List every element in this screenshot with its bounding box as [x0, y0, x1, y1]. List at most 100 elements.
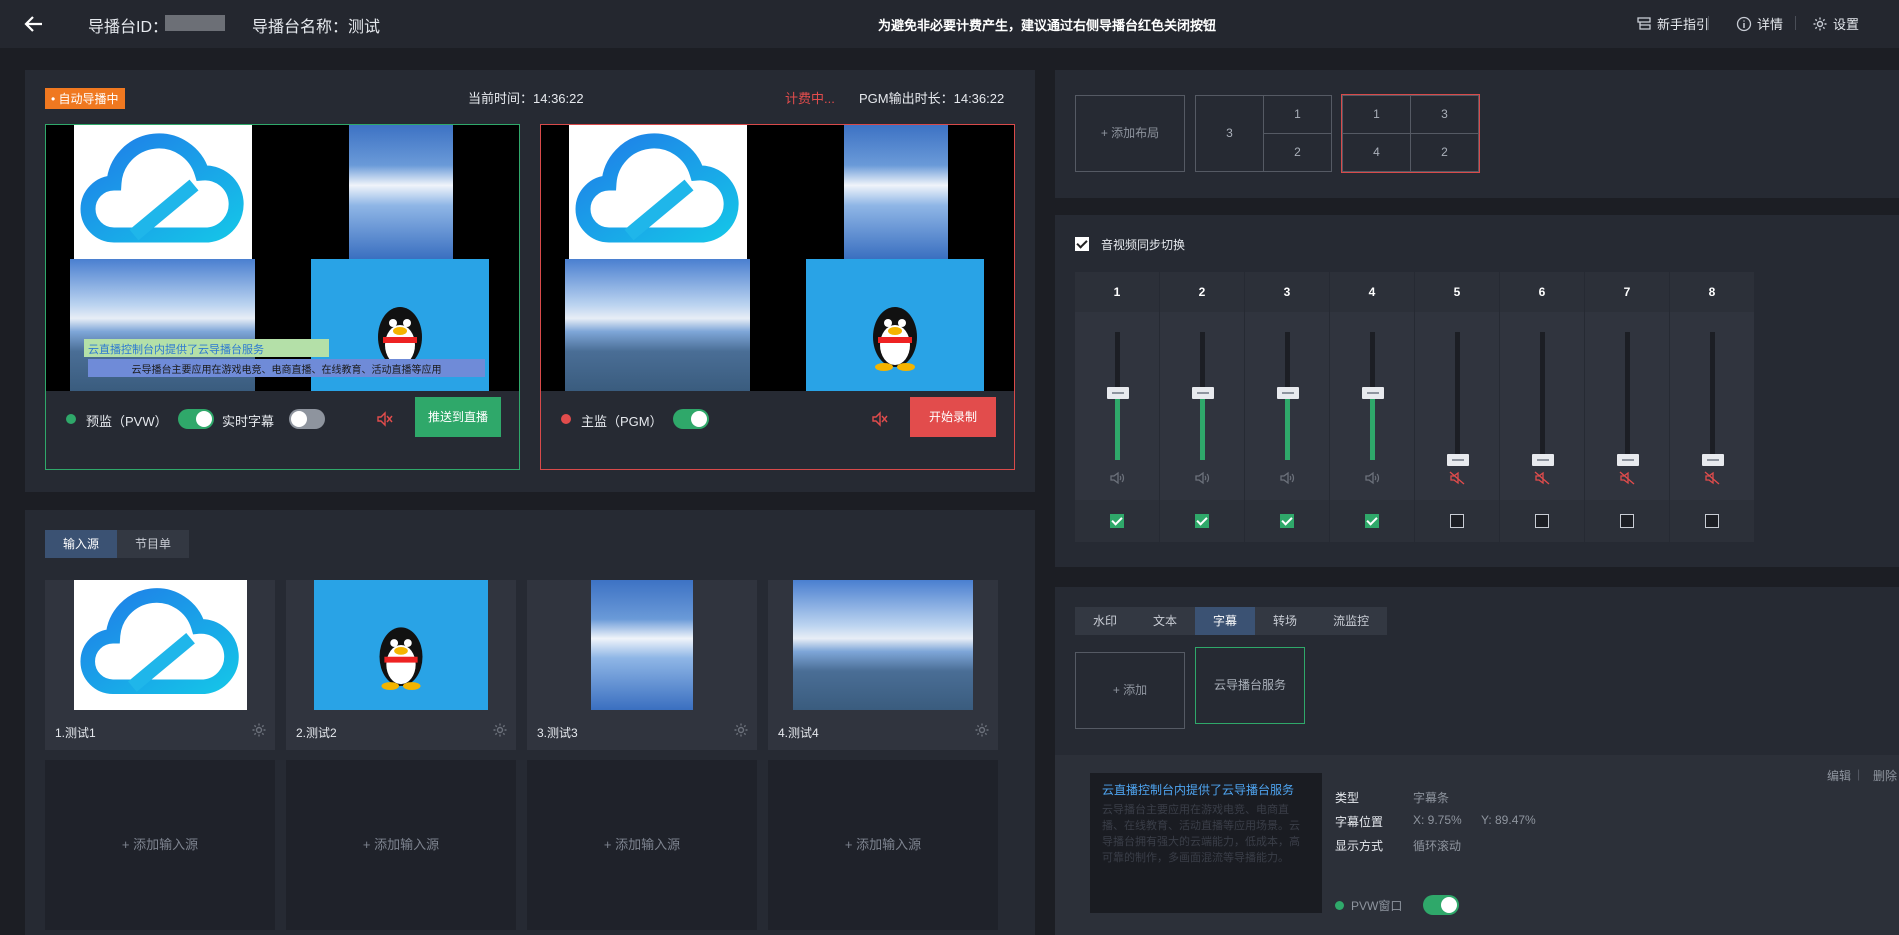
start-recording-button[interactable]: 开始录制 — [910, 397, 996, 437]
tab-text[interactable]: 文本 — [1135, 607, 1196, 635]
channel-select-row — [1670, 500, 1754, 542]
volume-slider-handle[interactable] — [1192, 387, 1214, 400]
tab-input-source[interactable]: 输入源 — [45, 530, 118, 558]
back-arrow-icon[interactable] — [22, 12, 46, 36]
tab-transition[interactable]: 转场 — [1255, 607, 1316, 635]
pgm-controls: 主监（PGM） 开始录制 — [541, 391, 1014, 469]
pvw-window-dot — [1335, 901, 1344, 910]
pgm-monitor: 主监（PGM） 开始录制 — [540, 124, 1015, 470]
channel-select-row — [1500, 500, 1584, 542]
add-input-source-button[interactable]: + 添加输入源 — [768, 760, 998, 930]
speaker-muted-icon[interactable] — [1619, 470, 1635, 486]
effects-panel: 水印 文本 字幕 转场 流监控 + 添加 云导播台服务 编辑 | 删除 云直播控… — [1055, 587, 1899, 935]
mute-icon[interactable] — [871, 410, 889, 428]
volume-track[interactable] — [1540, 332, 1545, 460]
volume-track[interactable] — [1455, 332, 1460, 460]
volume-track[interactable] — [1710, 332, 1715, 460]
speaker-muted-icon[interactable] — [1534, 470, 1550, 486]
pvw-window-toggle[interactable] — [1423, 895, 1459, 915]
layout-cell: 1 — [1263, 95, 1332, 134]
volume-slider-handle[interactable] — [1617, 454, 1639, 466]
speaker-icon[interactable] — [1109, 470, 1125, 486]
channel-checkbox[interactable] — [1620, 514, 1634, 528]
volume-slider-handle[interactable] — [1702, 454, 1724, 466]
tab-subtitle[interactable]: 字幕 — [1195, 607, 1256, 635]
guide-icon — [1636, 16, 1652, 32]
billing-notice: 为避免非必要计费产生，建议通过右侧导播台红色关闭按钮 — [878, 18, 1217, 33]
channel-checkbox[interactable] — [1110, 514, 1124, 528]
qq-image — [314, 580, 488, 710]
speaker-muted-icon[interactable] — [1704, 470, 1720, 486]
channel-number: 6 — [1500, 272, 1584, 312]
add-input-source-button[interactable]: + 添加输入源 — [527, 760, 757, 930]
guide-link[interactable]: 新手指引 — [1636, 14, 1709, 33]
delete-link[interactable]: 删除 — [1873, 767, 1897, 784]
channel-checkbox[interactable] — [1535, 514, 1549, 528]
layout-option-selected[interactable]: 1 3 4 2 — [1341, 94, 1480, 173]
position-x-value: X: 9.75% — [1413, 813, 1462, 827]
pvw-screen: 云直播控制台内提供了云导播台服务 云导播台主要应用在游戏电竞、电商直播、在线教育… — [46, 125, 519, 391]
speaker-icon[interactable] — [1279, 470, 1295, 486]
add-input-source-button[interactable]: + 添加输入源 — [45, 760, 275, 930]
volume-track[interactable] — [1625, 332, 1630, 460]
channel-checkbox[interactable] — [1195, 514, 1209, 528]
source-card[interactable]: 1.测试1 — [45, 580, 275, 750]
qq-image — [806, 259, 984, 391]
gear-icon[interactable] — [492, 722, 508, 738]
source-card[interactable]: 4.测试4 — [768, 580, 998, 750]
gear-icon[interactable] — [974, 722, 990, 738]
detail-link[interactable]: 详情 — [1736, 14, 1783, 33]
volume-slider-handle[interactable] — [1107, 387, 1129, 400]
pvw-label: 预监（PVW） — [86, 414, 168, 429]
add-input-source-button[interactable]: + 添加输入源 — [286, 760, 516, 930]
add-layout-button[interactable]: + 添加布局 — [1075, 95, 1185, 172]
channel-checkbox[interactable] — [1280, 514, 1294, 528]
gear-icon[interactable] — [251, 722, 267, 738]
pvw-window-label: PVW窗口 — [1351, 899, 1403, 913]
pvw-toggle[interactable] — [178, 409, 214, 429]
channel-checkbox[interactable] — [1365, 514, 1379, 528]
channel-select-row — [1585, 500, 1669, 542]
settings-link[interactable]: 设置 — [1812, 14, 1859, 33]
source-card[interactable]: 3.测试3 — [527, 580, 757, 750]
tab-program-list[interactable]: 节目单 — [117, 530, 190, 558]
subtitle-item[interactable]: 云导播台服务 — [1195, 647, 1305, 724]
audio-channel-2: 2 — [1160, 272, 1244, 542]
source-card[interactable]: 2.测试2 — [286, 580, 516, 750]
position-key: 字幕位置 — [1335, 815, 1384, 829]
volume-slider-handle[interactable] — [1277, 387, 1299, 400]
volume-slider-handle[interactable] — [1362, 387, 1384, 400]
add-subtitle-button[interactable]: + 添加 — [1075, 652, 1185, 729]
speaker-icon[interactable] — [1194, 470, 1210, 486]
subtitle-line-1: 云直播控制台内提供了云导播台服务 — [84, 339, 329, 357]
tab-stream-monitor[interactable]: 流监控 — [1315, 607, 1388, 635]
nav-divider — [1708, 16, 1709, 30]
channel-checkbox[interactable] — [1450, 514, 1464, 528]
channel-checkbox[interactable] — [1705, 514, 1719, 528]
push-to-live-button[interactable]: 推送到直播 — [415, 397, 501, 437]
speaker-icon[interactable] — [1364, 470, 1380, 486]
speaker-muted-icon[interactable] — [1449, 470, 1465, 486]
audio-channel-4: 4 — [1330, 272, 1414, 542]
preview-title: 云直播控制台内提供了云导播台服务 — [1102, 783, 1295, 797]
sky-image — [591, 580, 693, 710]
effect-tabs: 水印 文本 字幕 转场 流监控 — [1075, 607, 1388, 635]
tab-watermark[interactable]: 水印 — [1075, 607, 1136, 635]
volume-slider-handle[interactable] — [1532, 454, 1554, 466]
mute-icon[interactable] — [376, 410, 394, 428]
av-sync-checkbox[interactable] — [1075, 237, 1089, 251]
audio-channel-6: 6 — [1500, 272, 1584, 542]
audio-channel-7: 7 — [1585, 272, 1669, 542]
layout-option[interactable]: 3 1 2 — [1195, 95, 1332, 172]
volume-level — [1115, 393, 1120, 460]
volume-slider-handle[interactable] — [1447, 454, 1469, 466]
volume-level — [1285, 393, 1290, 460]
source-caption: 3.测试3 — [537, 726, 578, 740]
realtime-subtitle-toggle[interactable] — [289, 409, 325, 429]
pgm-toggle[interactable] — [673, 409, 709, 429]
pvw-monitor: 云直播控制台内提供了云导播台服务 云导播台主要应用在游戏电竞、电商直播、在线教育… — [45, 124, 520, 470]
channel-select-row — [1415, 500, 1499, 542]
edit-link[interactable]: 编辑 — [1827, 767, 1851, 784]
gear-icon[interactable] — [733, 722, 749, 738]
link-divider: | — [1857, 767, 1861, 781]
